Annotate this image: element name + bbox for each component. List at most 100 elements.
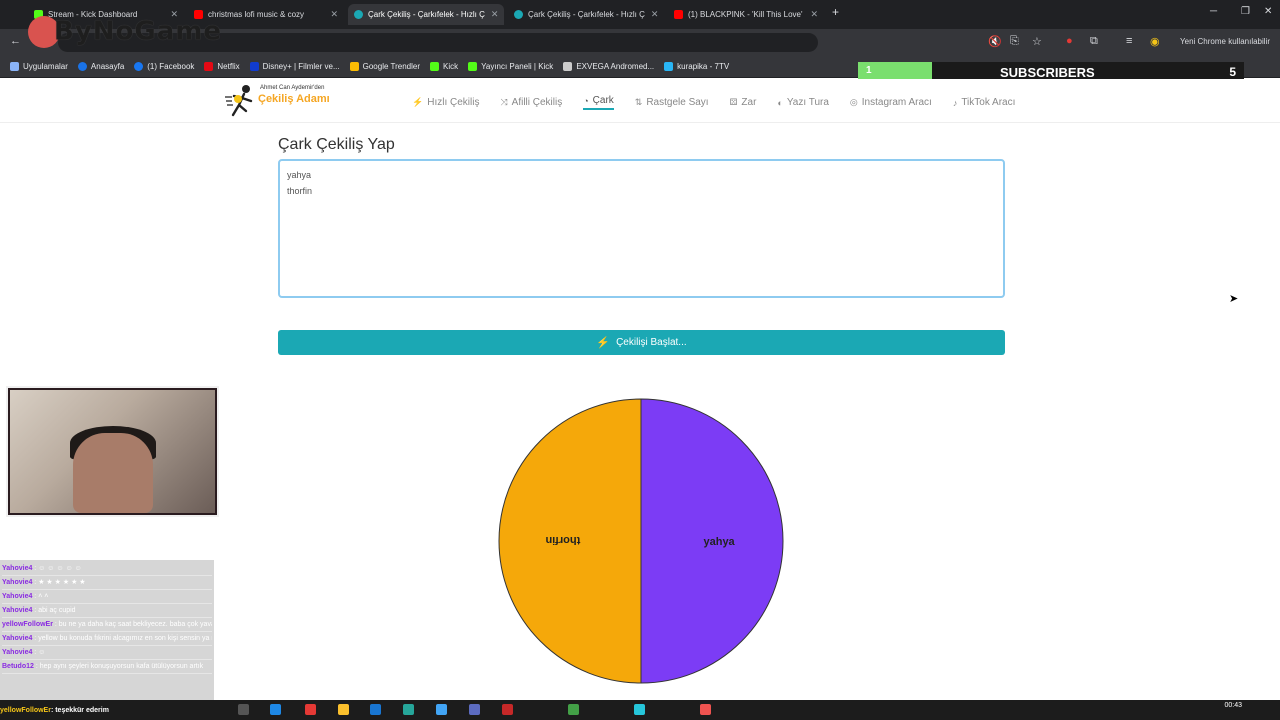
new-tab-button[interactable]: + bbox=[832, 5, 839, 19]
bookmark-label: EXVEGA Andromed... bbox=[576, 62, 655, 71]
close-icon[interactable]: ✕ bbox=[804, 9, 818, 20]
start-draw-button[interactable]: ⚡ Çekilişi Başlat... bbox=[278, 330, 1005, 355]
bookmark-label: kurapika - 7TV bbox=[677, 62, 730, 71]
nav-yazi-tura[interactable]: ◐ Yazı Tura bbox=[777, 95, 829, 110]
bookmark-exvega[interactable]: EXVEGA Andromed... bbox=[563, 62, 654, 71]
bookmark-disney[interactable]: Disney+ | Filmler ve... bbox=[249, 62, 340, 71]
app-icon[interactable] bbox=[436, 704, 447, 715]
chat-message: Yahovie4 : yellow bu konuda fıkrini alca… bbox=[2, 632, 212, 646]
logo-subtitle: Ahmet Can Aydemir'den bbox=[260, 85, 325, 91]
extension-icon[interactable]: ● bbox=[1066, 35, 1073, 47]
ticker-user: yellowFollowEr bbox=[0, 707, 51, 714]
avatar[interactable]: ◉ bbox=[1150, 35, 1160, 48]
nav-label: Rastgele Sayı bbox=[646, 97, 709, 108]
disney-icon bbox=[249, 62, 259, 71]
edge-icon[interactable] bbox=[270, 704, 281, 715]
bookmark-facebook[interactable]: (1) Facebook bbox=[134, 62, 194, 71]
facebook-icon bbox=[134, 62, 144, 71]
bookmark-7tv[interactable]: kurapika - 7TV bbox=[664, 62, 729, 71]
chrome-icon[interactable] bbox=[305, 704, 316, 715]
tab-blackpink[interactable]: (1) BLACKPINK - 'Kill This Love' ✕ bbox=[668, 4, 824, 25]
app-icon[interactable] bbox=[700, 704, 711, 715]
nav-hizli-cekilis[interactable]: ⚡ Hızlı Çekiliş bbox=[412, 95, 479, 110]
nav-zar[interactable]: ⚄ Zar bbox=[730, 95, 757, 110]
minimize-icon[interactable]: ─ bbox=[1210, 6, 1217, 17]
stream-overlay-logo: ByNoGame bbox=[28, 16, 222, 48]
sort-numeric-icon: ⇅ bbox=[634, 97, 643, 107]
back-arrow-icon[interactable]: ← bbox=[10, 35, 21, 47]
pie-chart-icon: ◔ bbox=[583, 95, 589, 106]
wheel-label-yahya: yahya bbox=[703, 536, 735, 548]
tab-cark-cekilis[interactable]: Çark Çekiliş - Çarkıfelek - Hızlı Ç ✕ bbox=[508, 4, 664, 25]
chat-message: Yahovie4 : ˄ ˄ bbox=[2, 590, 212, 604]
chat-message: Yahovie4 : ☺ bbox=[2, 646, 212, 660]
bookmark-star-icon[interactable]: ☆ bbox=[1032, 35, 1042, 48]
update-chrome-button[interactable]: Yeni Chrome kullanılabilir bbox=[1180, 37, 1270, 46]
youtube-icon bbox=[674, 10, 683, 19]
nav-tiktok-araci[interactable]: ♪ TikTok Aracı bbox=[953, 95, 1016, 110]
mute-icon[interactable]: 🔇 bbox=[988, 35, 1002, 48]
site-logo[interactable]: Ahmet Can Aydemir'den Çekiliş Adamı bbox=[224, 83, 334, 119]
kick-icon bbox=[430, 62, 439, 71]
nav-rastgele-sayi[interactable]: ⇅ Rastgele Sayı bbox=[635, 95, 709, 110]
app-icon[interactable] bbox=[502, 704, 513, 715]
coin-icon: ◐ bbox=[777, 97, 783, 108]
tab-label: Çark Çekiliş - Çarkıfelek - Hızlı Ç bbox=[368, 10, 485, 19]
bookmark-label: Yayıncı Paneli | Kick bbox=[481, 62, 554, 71]
task-view-icon[interactable] bbox=[238, 704, 249, 715]
cast-icon[interactable]: ⎘ bbox=[1010, 35, 1019, 48]
close-icon[interactable]: ✕ bbox=[485, 9, 499, 20]
tiktok-icon: ♪ bbox=[952, 97, 958, 108]
bolt-icon: ⚡ bbox=[596, 337, 611, 349]
nav-label: Afilli Çekiliş bbox=[511, 97, 563, 108]
bookmark-label: Uygulamalar bbox=[23, 62, 68, 71]
nav-afilli-cekilis[interactable]: ⤨ Afilli Çekiliş bbox=[500, 95, 562, 110]
nav-label: Instagram Aracı bbox=[861, 97, 932, 108]
bookmark-anasayfa[interactable]: Anasayfa bbox=[77, 62, 124, 71]
bookmark-kick-panel[interactable]: Yayıncı Paneli | Kick bbox=[468, 62, 553, 71]
tab-cark-cekilis-active[interactable]: Çark Çekiliş - Çarkıfelek - Hızlı Ç ✕ bbox=[348, 4, 504, 25]
bolt-icon: ⚡ bbox=[412, 97, 424, 107]
webcam-person bbox=[73, 433, 153, 513]
chat-username: Yahovie4 bbox=[2, 579, 33, 586]
shuffle-icon: ⤨ bbox=[500, 97, 508, 107]
site-favicon-icon bbox=[354, 10, 363, 19]
app-icon[interactable] bbox=[568, 704, 579, 715]
app-icon[interactable] bbox=[469, 704, 480, 715]
window-close-icon[interactable]: ✕ bbox=[1264, 6, 1272, 17]
webcam-overlay bbox=[6, 386, 219, 517]
close-icon[interactable]: ✕ bbox=[645, 9, 659, 20]
chat-username: Yahovie4 bbox=[2, 649, 33, 656]
nav-instagram-araci[interactable]: ◎ Instagram Aracı bbox=[850, 95, 932, 110]
restore-icon[interactable]: ❐ bbox=[1241, 6, 1250, 17]
chat-text: : abi aç cupid bbox=[32, 607, 76, 614]
7tv-icon bbox=[664, 62, 674, 71]
bookmark-google-trends[interactable]: Google Trendler bbox=[349, 62, 420, 71]
mouse-cursor-icon: ➤ bbox=[1229, 293, 1239, 305]
chat-text: : ★ ★ ★ ★ ★ ★ bbox=[32, 579, 86, 586]
exvega-icon bbox=[563, 62, 573, 71]
entries-textarea[interactable] bbox=[278, 159, 1005, 298]
chat-ticker: yellowFollowEr: teşekkür ederim bbox=[0, 707, 109, 714]
system-clock[interactable]: 00:43 bbox=[1224, 702, 1242, 710]
extensions-puzzle-icon[interactable]: ⧉ bbox=[1090, 35, 1098, 48]
chat-message: Betudo12 : hep aynı şeyleri konuşuyorsun… bbox=[2, 660, 212, 674]
explorer-icon[interactable] bbox=[338, 704, 349, 715]
tab-search-icon[interactable]: ≡ bbox=[1126, 35, 1132, 47]
site-nav-links: ⚡ Hızlı Çekiliş ⤨ Afilli Çekiliş ◔ Çark ⇅ Ra… bbox=[412, 95, 1036, 110]
wheel-label-thorfin: thorfin bbox=[545, 534, 580, 546]
chat-text: : ˄ ˄ bbox=[32, 593, 49, 600]
bookmark-apps[interactable]: Uygulamalar bbox=[10, 62, 68, 71]
app-icon[interactable] bbox=[403, 704, 414, 715]
nav-label: Yazı Tura bbox=[786, 97, 829, 108]
close-icon[interactable]: ✕ bbox=[324, 9, 338, 20]
bookmark-kick[interactable]: Kick bbox=[430, 62, 458, 71]
app-icon[interactable] bbox=[370, 704, 381, 715]
subscribers-label: SUBSCRIBERS bbox=[1000, 65, 1095, 80]
bookmark-netflix[interactable]: Netflix bbox=[204, 62, 240, 71]
chat-username: Yahovie4 bbox=[2, 593, 33, 600]
prize-wheel[interactable]: yahya thorfin bbox=[496, 396, 786, 686]
nav-cark[interactable]: ◔ Çark bbox=[583, 95, 614, 110]
tab-label: christmas lofi music & cozy bbox=[208, 10, 305, 19]
app-icon[interactable] bbox=[634, 704, 645, 715]
